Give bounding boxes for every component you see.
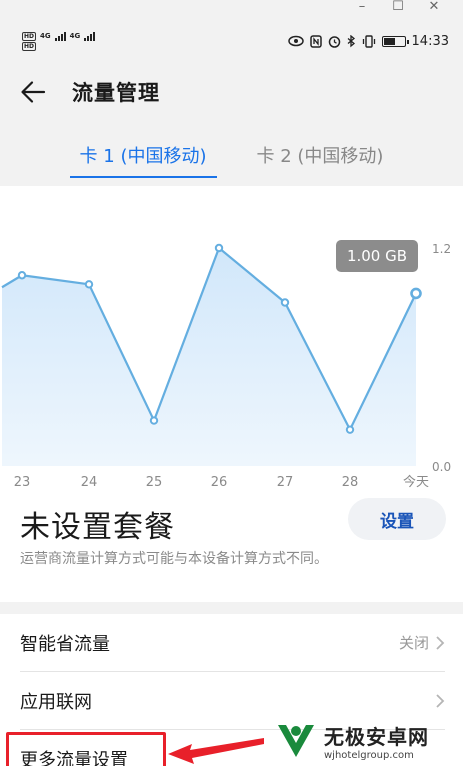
chart-point: [214, 243, 224, 253]
chart-point: [149, 416, 159, 425]
chart-point: [410, 287, 422, 300]
setting-label: 智能省流量: [20, 633, 110, 655]
setting-smart-data-saver[interactable]: 智能省流量 关闭: [20, 614, 445, 672]
sim2-network-label: 4G: [69, 32, 81, 40]
x-tick-label: 23: [14, 475, 31, 490]
x-tick-label: 24: [81, 475, 98, 490]
hd-badge: HD: [22, 31, 37, 41]
highlight-box: [6, 732, 166, 766]
watermark: 无极安卓网 wjhotelgroup.com: [274, 716, 463, 766]
alarm-icon: [328, 35, 340, 48]
back-arrow-icon[interactable]: [20, 79, 46, 105]
usage-chart: 23 24 25 26 27 28 今天 1.2 0.0: [1, 242, 451, 490]
x-tick-label: 27: [277, 475, 294, 490]
x-tick-label: 25: [146, 475, 163, 490]
usage-chart-card: 23 24 25 26 27 28 今天 1.2 0.0 1.00 GB 未设置套餐 设置 运营…: [0, 186, 463, 602]
chevron-right-icon: [436, 635, 445, 650]
y-tick-label: 1.2: [432, 242, 451, 256]
x-tick-label: 今天: [403, 474, 429, 490]
plan-title: 未设置套餐: [20, 510, 175, 545]
tab-sim-1[interactable]: 卡 1 (中国移动): [69, 138, 217, 178]
signal-bars-icon: [54, 31, 66, 41]
chart-point: [84, 280, 94, 289]
tab-sim-2[interactable]: 卡 2 (中国移动): [247, 138, 394, 178]
window-controls: – ☐ ✕: [355, 0, 463, 16]
battery-icon: [381, 35, 409, 47]
signal-bars-icon: [84, 31, 96, 41]
sim-signals: HD 4G 4G HD: [22, 31, 96, 51]
setting-label: 应用联网: [20, 691, 92, 713]
status-icons: 14:33: [287, 33, 449, 49]
hd-badge: HD: [22, 41, 37, 51]
maximize-icon[interactable]: ☐: [391, 0, 405, 16]
chart-point: [17, 271, 27, 280]
sim2-signal: HD: [22, 41, 95, 51]
usage-tooltip: 1.00 GB: [336, 240, 418, 272]
chevron-right-icon: [436, 693, 445, 708]
eye-comfort-icon: [287, 35, 304, 47]
status-bar: HD 4G 4G HD 14:33: [22, 26, 449, 56]
x-tick-label: 28: [342, 475, 359, 490]
nfc-icon: [309, 34, 322, 48]
plan-note: 运营商流量计算方式可能与本设备计算方式不同。: [20, 551, 328, 567]
y-tick-label: 0.0: [432, 460, 451, 474]
bluetooth-icon: [347, 34, 355, 47]
setup-plan-button[interactable]: 设置: [348, 498, 446, 540]
vibrate-icon: [362, 34, 375, 48]
sim1-signal: HD 4G 4G: [22, 31, 96, 41]
watermark-logo-icon: [278, 725, 314, 757]
clock: 14:33: [411, 33, 449, 49]
chart-point: [280, 298, 290, 307]
chart-point: [345, 425, 355, 434]
setting-value: 关闭: [398, 634, 429, 652]
page-title: 流量管理: [72, 81, 160, 105]
sim1-network-label: 4G: [40, 32, 51, 40]
app-bar: 流量管理: [0, 70, 463, 114]
close-icon[interactable]: ✕: [427, 0, 441, 16]
watermark-text: 无极安卓网: [324, 725, 429, 749]
minimize-icon[interactable]: –: [355, 0, 369, 16]
annotation-arrow-icon: [168, 738, 264, 764]
sim-tabs: 卡 1 (中国移动) 卡 2 (中国移动): [0, 138, 463, 178]
x-tick-label: 26: [211, 475, 228, 490]
watermark-url: wjhotelgroup.com: [324, 750, 414, 761]
